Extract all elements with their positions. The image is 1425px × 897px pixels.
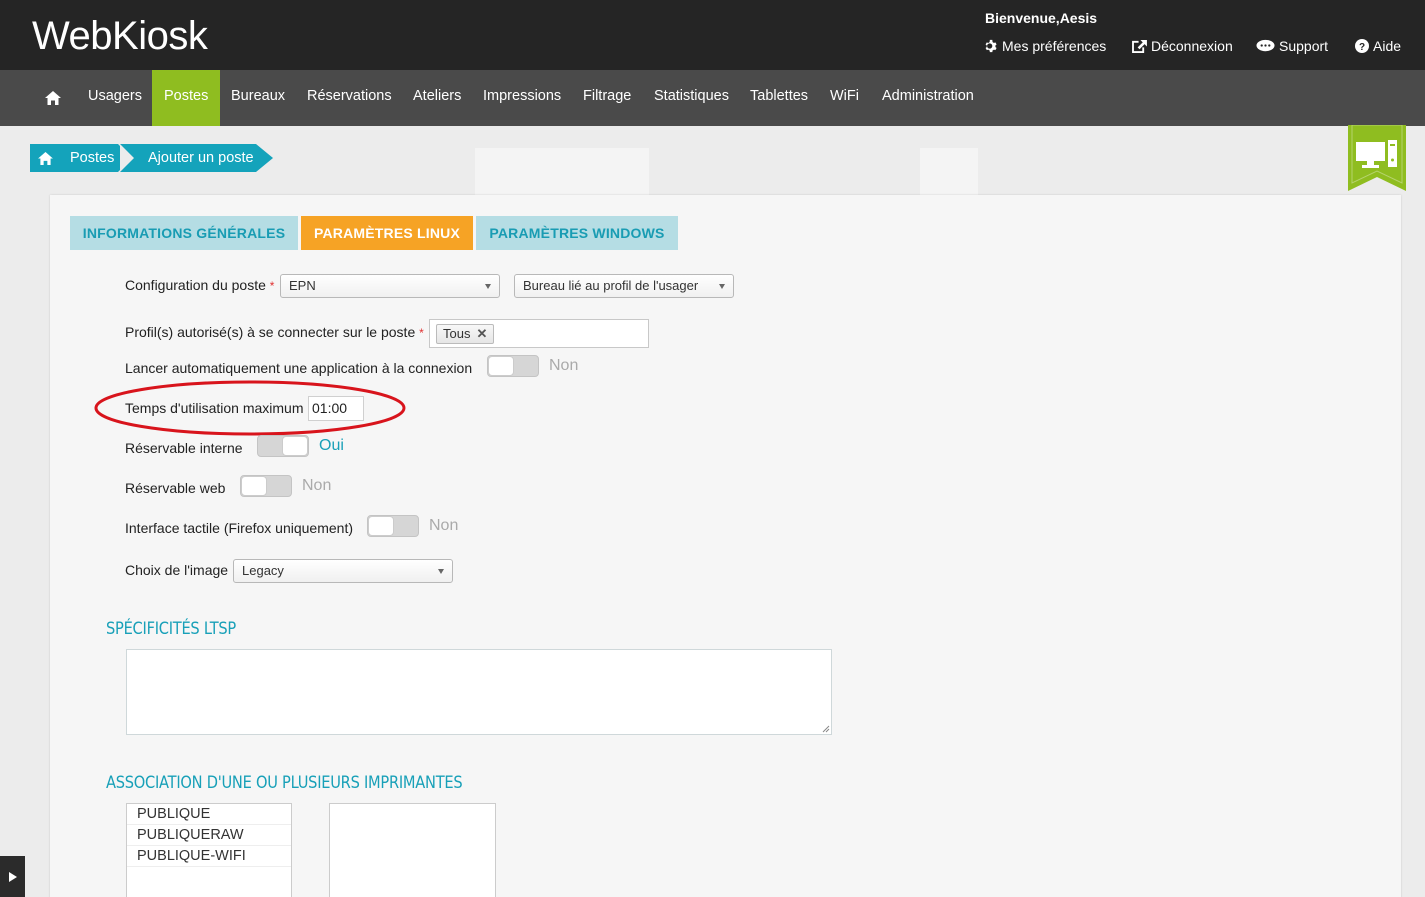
profils-label-text: Profil(s) autorisé(s) à se connecter sur…	[125, 324, 416, 340]
image-label: Choix de l'image	[125, 562, 229, 578]
preferences-link[interactable]: Mes préférences	[984, 38, 1106, 54]
nav-impressions[interactable]: Impressions	[471, 70, 573, 126]
breadcrumb-end-arrow	[256, 144, 273, 172]
printers-section-title: ASSOCIATION D'UNE OU PLUSIEURS IMPRIMANT…	[106, 773, 463, 793]
main-nav: Usagers Postes Bureaux Réservations Atel…	[0, 70, 1425, 126]
highlight-circle-annotation	[94, 380, 406, 436]
image-select[interactable]: Legacy	[233, 559, 453, 583]
breadcrumb-postes[interactable]: Postes	[60, 144, 118, 172]
nav-home-button[interactable]	[38, 86, 68, 110]
chevron-down-icon	[485, 284, 491, 289]
nav-tablettes[interactable]: Tablettes	[738, 70, 820, 126]
reservable-web-label: Réservable web	[125, 480, 226, 496]
nav-ateliers[interactable]: Ateliers	[401, 70, 473, 126]
support-label: Support	[1279, 38, 1329, 54]
tab-parametres-linux[interactable]: PARAMÈTRES LINUX	[301, 216, 473, 250]
reservable-interne-status: Oui	[319, 437, 344, 454]
autolaunch-status: Non	[549, 357, 579, 374]
external-link-icon	[1132, 39, 1147, 53]
config-label: Configuration du poste *	[125, 277, 274, 293]
breadcrumb-current: Ajouter un poste	[134, 144, 256, 172]
ltsp-textarea[interactable]	[126, 649, 832, 735]
ghost-block	[920, 148, 978, 196]
toggle-knob	[282, 436, 308, 456]
autolaunch-toggle[interactable]	[487, 355, 539, 377]
resize-grip-icon[interactable]	[822, 725, 830, 733]
svg-text:?: ?	[1359, 42, 1365, 53]
remove-tag-icon[interactable]: ✕	[476, 326, 487, 341]
welcome-text: Bienvenue,Aesis	[985, 10, 1098, 26]
chat-bubble-icon	[1256, 39, 1275, 52]
computer-badge-icon	[1348, 125, 1406, 191]
required-marker: *	[269, 279, 275, 293]
home-icon	[45, 91, 61, 105]
home-icon	[37, 151, 53, 165]
nav-filtrage[interactable]: Filtrage	[571, 70, 643, 126]
gear-icon	[985, 39, 997, 53]
toggle-knob	[368, 516, 394, 536]
bureau-select-value: Bureau lié au profil de l'usager	[523, 278, 699, 293]
nav-bureaux[interactable]: Bureaux	[219, 70, 297, 126]
tactile-label: Interface tactile (Firefox uniquement)	[125, 520, 353, 536]
nav-reservations[interactable]: Réservations	[295, 70, 404, 126]
nav-administration[interactable]: Administration	[870, 70, 986, 126]
toggle-knob	[241, 476, 267, 496]
play-arrow-icon	[8, 871, 17, 882]
config-select-value: EPN	[289, 278, 316, 293]
help-label: Aide	[1373, 38, 1402, 54]
help-icon: ?	[1355, 39, 1369, 53]
top-bar: WebKiosk Bienvenue,Aesis Mes préférences…	[0, 0, 1425, 70]
side-panel-toggle[interactable]	[0, 856, 25, 897]
support-link[interactable]: Support	[1256, 38, 1328, 54]
tab-parametres-windows[interactable]: PARAMÈTRES WINDOWS	[476, 216, 678, 250]
chevron-down-icon	[719, 284, 725, 289]
selected-printers-list[interactable]	[329, 803, 496, 897]
breadcrumb-home[interactable]	[30, 144, 60, 172]
chevron-down-icon	[438, 569, 444, 574]
config-label-text: Configuration du poste	[125, 277, 266, 293]
ltsp-section-title: SPÉCIFICITÉS LTSP	[106, 619, 236, 639]
bureau-select[interactable]: Bureau lié au profil de l'usager	[514, 274, 734, 298]
tab-informations-generales[interactable]: INFORMATIONS GÉNÉRALES	[70, 216, 298, 250]
reservable-web-status: Non	[302, 477, 332, 494]
profil-tag-label: Tous	[443, 326, 471, 341]
nav-statistiques[interactable]: Statistiques	[642, 70, 741, 126]
nav-usagers[interactable]: Usagers	[76, 70, 154, 126]
reservable-interne-toggle[interactable]	[257, 435, 309, 457]
required-marker: *	[419, 326, 424, 340]
config-select[interactable]: EPN	[280, 274, 500, 298]
tactile-toggle[interactable]	[367, 515, 419, 537]
logout-label: Déconnexion	[1151, 38, 1233, 54]
list-item[interactable]: PUBLIQUE	[127, 804, 291, 825]
nav-wifi[interactable]: WiFi	[818, 70, 871, 126]
autolaunch-label: Lancer automatiquement une application à…	[125, 360, 473, 376]
ghost-block	[475, 148, 649, 196]
image-select-value: Legacy	[242, 563, 284, 578]
logout-link[interactable]: Déconnexion	[1132, 38, 1233, 54]
profil-tag: Tous ✕	[436, 324, 495, 344]
reservable-interne-label: Réservable interne	[125, 440, 243, 456]
list-item[interactable]: PUBLIQUE-WIFI	[127, 846, 291, 867]
preferences-label: Mes préférences	[1002, 38, 1107, 54]
list-item[interactable]: PUBLIQUERAW	[127, 825, 291, 846]
app-logo[interactable]: WebKiosk	[32, 14, 208, 59]
toggle-knob	[488, 356, 514, 376]
nav-postes[interactable]: Postes	[152, 70, 221, 126]
profils-tag-input[interactable]: Tous ✕	[429, 319, 649, 348]
available-printers-list[interactable]: PUBLIQUE PUBLIQUERAW PUBLIQUE-WIFI	[126, 803, 292, 897]
help-link[interactable]: ? Aide	[1355, 38, 1401, 54]
tactile-status: Non	[429, 517, 459, 534]
reservable-web-toggle[interactable]	[240, 475, 292, 497]
profils-label: Profil(s) autorisé(s) à se connecter sur…	[125, 324, 424, 340]
